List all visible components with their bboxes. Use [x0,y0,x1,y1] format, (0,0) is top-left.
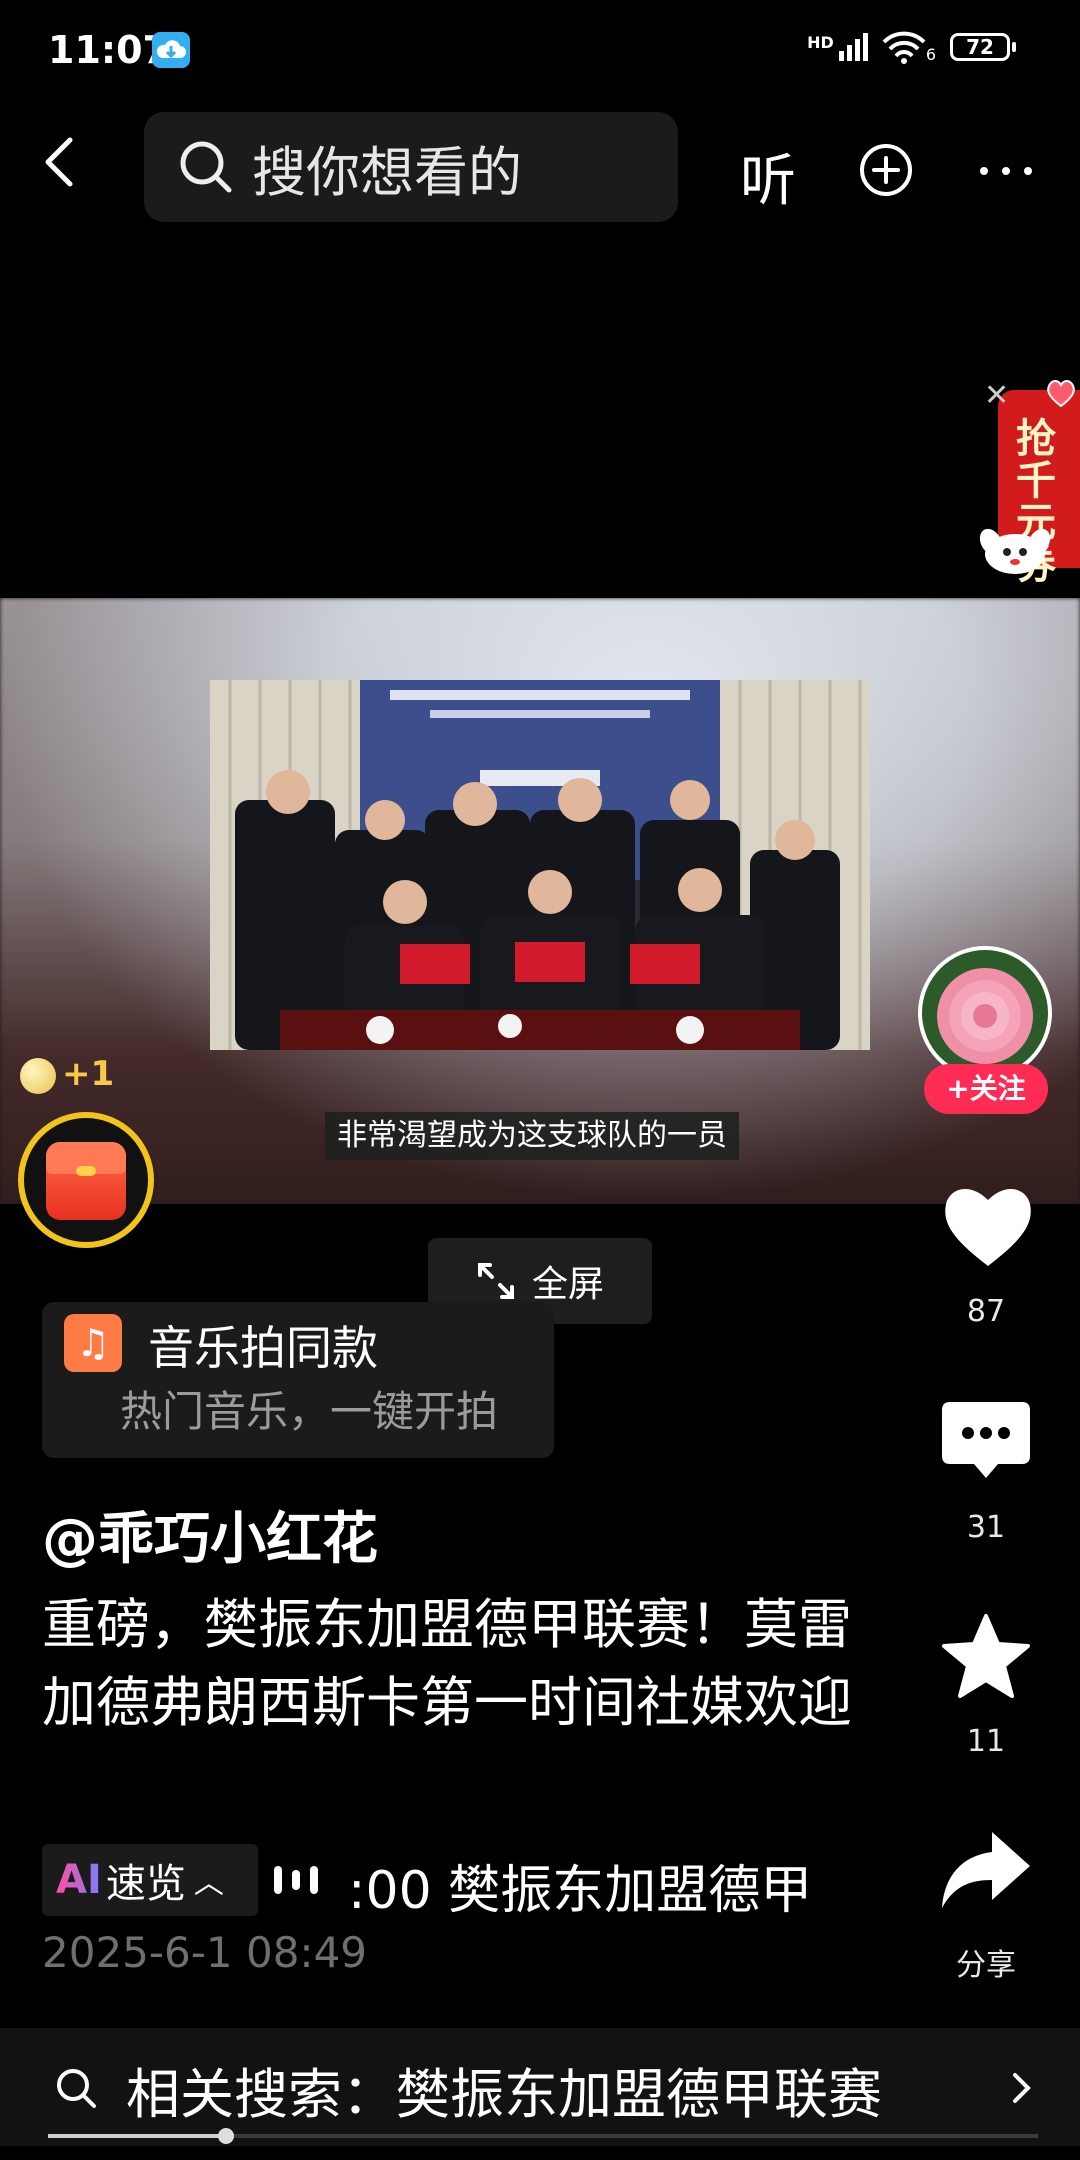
chevron-right-icon [1013,2073,1031,2103]
music-note-icon: ♫ [64,1314,122,1372]
video-frame [210,680,870,1050]
comment-button[interactable] [940,1398,1032,1486]
more-dots-icon [980,167,1032,175]
battery-icon: 72 [950,33,1010,61]
back-arrow-icon [45,137,73,187]
ai-summary-label: 速览 [105,1861,186,1907]
video-progress-bar[interactable] [48,2134,1038,2138]
red-packet-button[interactable] [18,1112,154,1248]
coupon-close-icon[interactable]: ✕ [984,378,1009,413]
wifi-icon: 6 [882,30,936,64]
listen-button[interactable]: 听 [740,136,796,217]
music-card[interactable]: ♫ 音乐拍同款 热门音乐，一键开拍 [42,1302,554,1458]
ai-logo: AI [56,1857,102,1903]
star-icon [942,1614,1030,1698]
comment-icon [942,1402,1030,1478]
related-search-label: 相关搜索：樊振东加盟德甲联赛 [126,2063,882,2126]
like-count: 87 [966,1294,1006,1329]
plus-circle-icon [860,144,912,196]
share-button[interactable] [940,1828,1032,1916]
signal-icon: HD [807,33,868,61]
ai-summary-text: :00 樊振东加盟德甲 [348,1861,813,1921]
related-search-bar[interactable]: 相关搜索：樊振东加盟德甲联赛 [0,2028,1080,2146]
status-icons: HD 6 72 [807,30,1016,64]
like-button[interactable] [940,1182,1036,1274]
favorite-count: 11 [966,1724,1006,1759]
favorite-button[interactable] [940,1612,1032,1704]
share-arrow-icon [942,1832,1030,1908]
more-button[interactable] [978,162,1034,181]
add-button[interactable] [858,142,914,202]
music-subtitle: 热门音乐，一键开拍 [120,1387,499,1436]
mascot-icon [975,520,1055,580]
post-timestamp: 2025-6-1 08:49 [42,1928,368,1977]
author-username[interactable]: @乖巧小红花 [42,1494,378,1575]
video-subtitle: 非常渴望成为这支球队的一员 [325,1112,739,1160]
comment-count: 31 [966,1510,1006,1545]
search-icon [180,141,232,193]
coin-reward-label: +1 [62,1054,115,1094]
share-label: 分享 [956,1948,1016,1983]
heart-badge-icon [1044,378,1078,408]
video-progress-fill [48,2134,227,2138]
wifi-extra: 6 [925,45,936,64]
search-input[interactable]: 搜你想看的 [144,112,678,222]
fullscreen-label: 全屏 [531,1264,604,1305]
post-description: 重磅，樊振东加盟德甲联赛！莫雷加德弗朗西斯卡第一时间社媒欢迎 [42,1593,852,1734]
music-title: 音乐拍同款 [148,1321,378,1375]
expand-icon [477,1263,514,1299]
coin-icon [20,1058,56,1094]
cloud-icon [152,32,190,68]
back-button[interactable] [40,132,80,192]
search-icon [57,2069,96,2108]
chevron-up-icon: ︿ [193,1866,224,1901]
ai-summary-button[interactable]: AI 速览 ︿ [42,1844,258,1916]
audio-wave-icon [274,1866,318,1894]
heart-icon [945,1188,1031,1266]
network-type: HD [807,33,834,52]
author-avatar[interactable] [918,946,1052,1080]
follow-button[interactable]: +关注 [924,1064,1048,1114]
search-placeholder: 搜你想看的 [252,140,522,204]
status-time: 11:07 [48,28,169,72]
